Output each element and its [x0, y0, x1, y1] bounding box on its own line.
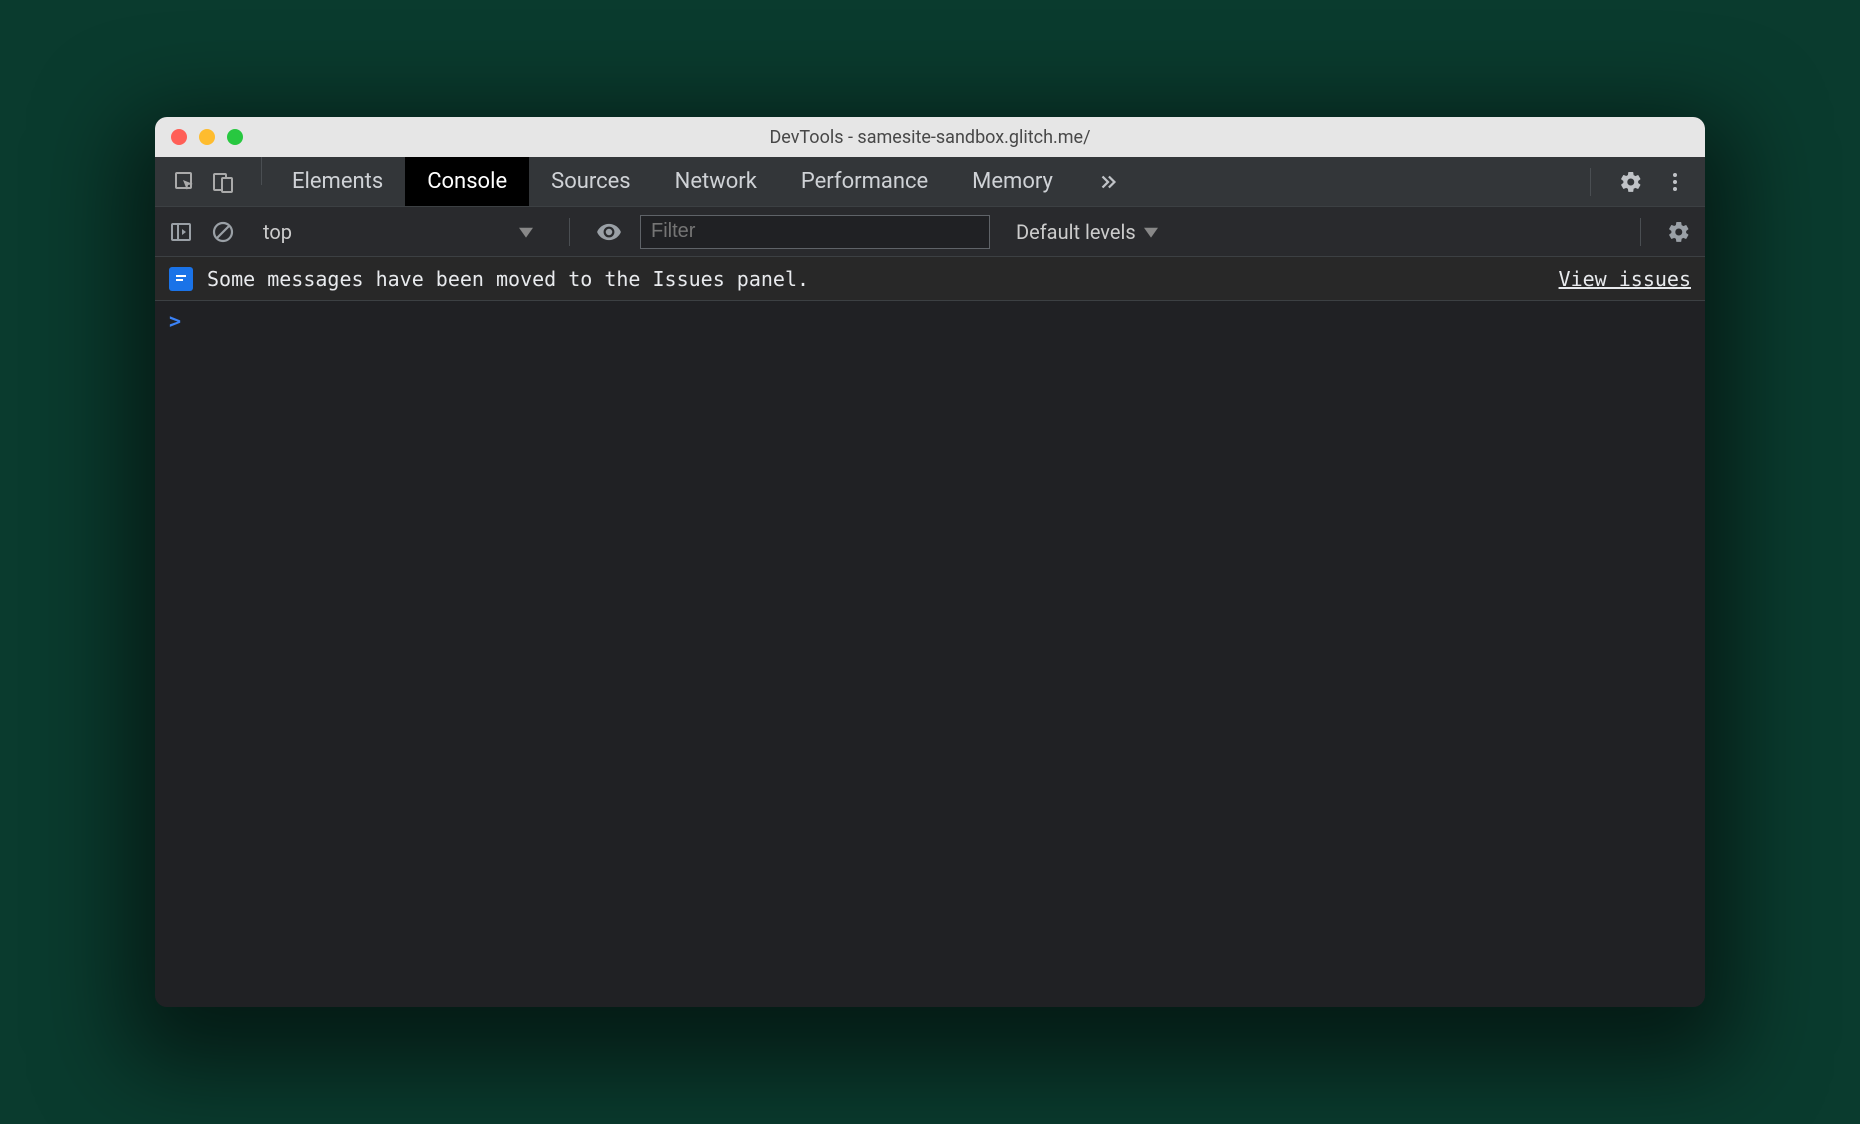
- separator: [569, 218, 570, 246]
- devtools-window: DevTools - samesite-sandbox.glitch.me/ E…: [155, 117, 1705, 1007]
- context-selector[interactable]: top: [253, 220, 543, 244]
- live-expression-icon[interactable]: [596, 219, 622, 245]
- inspect-element-icon[interactable]: [173, 170, 197, 194]
- issues-infobar: Some messages have been moved to the Iss…: [155, 257, 1705, 301]
- dropdown-triangle-icon: [519, 225, 533, 239]
- dropdown-triangle-icon: [1144, 225, 1158, 239]
- console-toolbar: top Default levels: [155, 207, 1705, 257]
- tab-network[interactable]: Network: [653, 157, 779, 206]
- device-toolbar-icon[interactable]: [211, 170, 235, 194]
- separator: [1590, 168, 1591, 196]
- tabs-left-tools: [155, 157, 253, 206]
- console-prompt: >: [169, 309, 181, 333]
- chevron-double-right-icon: [1097, 171, 1119, 193]
- tab-elements[interactable]: Elements: [270, 157, 405, 206]
- issues-icon: [169, 267, 193, 291]
- tab-console[interactable]: Console: [405, 157, 529, 206]
- separator: [1640, 218, 1641, 246]
- context-label: top: [263, 220, 292, 244]
- panel-tabs-row: Elements Console Sources Network Perform…: [155, 157, 1705, 207]
- levels-label: Default levels: [1016, 220, 1136, 244]
- window-title: DevTools - samesite-sandbox.glitch.me/: [155, 127, 1705, 148]
- clear-console-icon[interactable]: [211, 220, 235, 244]
- tab-memory[interactable]: Memory: [950, 157, 1075, 206]
- more-menu-button[interactable]: [1663, 170, 1687, 194]
- tabs-overflow-button[interactable]: [1075, 157, 1141, 206]
- separator: [261, 157, 262, 185]
- settings-button[interactable]: [1619, 170, 1643, 194]
- view-issues-link[interactable]: View issues: [1559, 267, 1691, 291]
- infobar-message: Some messages have been moved to the Iss…: [207, 267, 1545, 291]
- tab-performance[interactable]: Performance: [779, 157, 950, 206]
- toggle-console-sidebar-icon[interactable]: [169, 220, 193, 244]
- log-levels-selector[interactable]: Default levels: [1008, 220, 1166, 244]
- console-settings-icon[interactable]: [1667, 220, 1691, 244]
- filter-input[interactable]: [640, 215, 990, 249]
- console-output[interactable]: >: [155, 301, 1705, 1007]
- window-titlebar: DevTools - samesite-sandbox.glitch.me/: [155, 117, 1705, 157]
- tabs-right-tools: [1564, 157, 1705, 206]
- tab-sources[interactable]: Sources: [529, 157, 653, 206]
- panel-tabs: Elements Console Sources Network Perform…: [270, 157, 1564, 206]
